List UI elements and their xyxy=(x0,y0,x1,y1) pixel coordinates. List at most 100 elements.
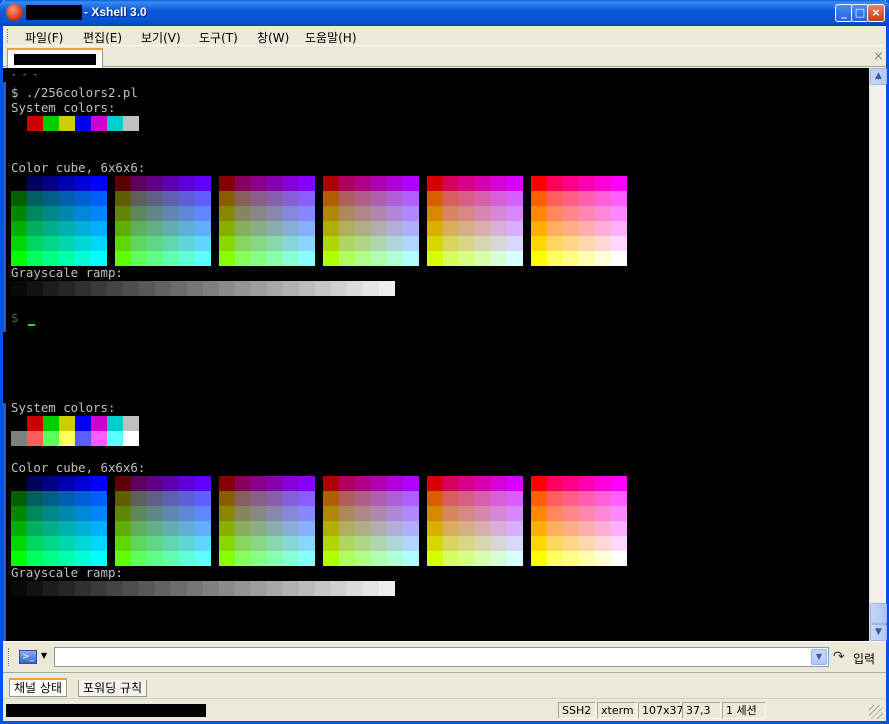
cube-cell xyxy=(91,236,107,251)
cube-cell xyxy=(355,191,371,206)
cube-cell xyxy=(355,536,371,551)
cube-cell xyxy=(443,491,459,506)
gray-swatch xyxy=(315,581,331,596)
cube-cell xyxy=(251,476,267,491)
menu-view[interactable]: 보기(V) xyxy=(141,29,181,46)
cube-cell xyxy=(371,191,387,206)
gray-swatch xyxy=(315,281,331,296)
cube-cell xyxy=(595,191,611,206)
cube-cell xyxy=(163,251,179,266)
color-swatch xyxy=(75,116,91,131)
cube-cell xyxy=(91,536,107,551)
cube-cell xyxy=(115,191,131,206)
menu-help[interactable]: 도움말(H) xyxy=(305,29,357,46)
cube-cell xyxy=(283,206,299,221)
cube-cell xyxy=(235,206,251,221)
gray-swatch xyxy=(11,581,27,596)
color-swatch xyxy=(123,416,139,431)
scroll-down-button[interactable]: ▼ xyxy=(870,624,887,641)
cube-cell xyxy=(283,191,299,206)
gray-swatch xyxy=(251,581,267,596)
gray-swatch xyxy=(251,281,267,296)
compose-input[interactable] xyxy=(54,647,829,667)
cube-cell xyxy=(251,191,267,206)
cube-cell xyxy=(163,506,179,521)
cube-cell xyxy=(507,176,523,191)
xshell-window: - Xshell 3.0 _ □ × 파일(F) 편집(E) 보기(V) 도구(… xyxy=(0,0,889,724)
title-bar[interactable]: - Xshell 3.0 _ □ × xyxy=(0,0,889,26)
cube-cell xyxy=(475,221,491,236)
cube-cell xyxy=(299,506,315,521)
cube-cell xyxy=(299,251,315,266)
scroll-up-button[interactable]: ▲ xyxy=(870,68,887,85)
cube-cell xyxy=(11,191,27,206)
cube-cell xyxy=(91,551,107,566)
cube-cell xyxy=(59,476,75,491)
compose-history-dropdown[interactable]: ▼ xyxy=(811,649,827,665)
cube-cell xyxy=(611,236,627,251)
tab-channel-status[interactable]: 채널 상태 xyxy=(9,678,67,697)
gray-swatch xyxy=(27,581,43,596)
cube-cell xyxy=(507,506,523,521)
cube-cell xyxy=(219,191,235,206)
cube-cell xyxy=(579,191,595,206)
cube-cell xyxy=(491,221,507,236)
cube-cell xyxy=(563,476,579,491)
cube-cell xyxy=(75,206,91,221)
terminal-icon[interactable]: >_ xyxy=(19,650,37,664)
cube-cell xyxy=(579,551,595,566)
cube-cell xyxy=(27,506,43,521)
menu-tools[interactable]: 도구(T) xyxy=(199,29,238,46)
vertical-scrollbar[interactable]: ▲ ▼ xyxy=(869,68,887,641)
cube-cell xyxy=(115,491,131,506)
color-cube-block xyxy=(219,476,315,566)
cube-cell xyxy=(75,551,91,566)
cube-cell xyxy=(339,476,355,491)
cube-cell xyxy=(11,176,27,191)
cube-cell xyxy=(491,176,507,191)
resize-grip[interactable] xyxy=(869,705,883,719)
cube-cell xyxy=(579,251,595,266)
cube-cell xyxy=(595,251,611,266)
cube-cell xyxy=(459,476,475,491)
cube-cell xyxy=(11,491,27,506)
cube-cell xyxy=(195,251,211,266)
cube-cell xyxy=(59,191,75,206)
cube-cell xyxy=(267,176,283,191)
cube-cell xyxy=(595,506,611,521)
terminal-screen[interactable]: - - - $ ./256colors2.pl System colors: C… xyxy=(3,68,869,641)
cube-cell xyxy=(323,221,339,236)
cube-cell xyxy=(387,191,403,206)
toolbar-grip[interactable] xyxy=(8,648,11,666)
toolbar-grip[interactable] xyxy=(7,29,10,43)
cube-cell xyxy=(323,491,339,506)
close-button[interactable]: × xyxy=(867,4,885,22)
gray-swatch xyxy=(331,581,347,596)
chevron-down-icon[interactable]: ▼ xyxy=(41,651,47,660)
cube-cell xyxy=(507,191,523,206)
cube-cell xyxy=(59,521,75,536)
cube-cell xyxy=(283,521,299,536)
session-tab-strip: × xyxy=(3,45,886,68)
menu-edit[interactable]: 편집(E) xyxy=(83,29,122,46)
cube-cell xyxy=(235,191,251,206)
scroll-thumb[interactable] xyxy=(870,603,887,624)
close-tab-icon[interactable]: × xyxy=(873,49,884,64)
cube-cell xyxy=(563,521,579,536)
send-button[interactable]: ↷ 입력 xyxy=(833,648,883,668)
color-swatch xyxy=(75,431,91,446)
color-cube-block xyxy=(531,176,627,266)
session-tab[interactable] xyxy=(7,48,103,68)
cube-cell xyxy=(267,476,283,491)
menu-window[interactable]: 창(W) xyxy=(257,29,289,46)
cube-cell xyxy=(43,536,59,551)
xshell-app-icon[interactable] xyxy=(6,4,23,21)
cube-cell xyxy=(283,176,299,191)
tab-forwarding-rules[interactable]: 포워딩 규칙 xyxy=(78,680,148,697)
cube-cell xyxy=(387,206,403,221)
cube-cell xyxy=(299,221,315,236)
cube-cell xyxy=(147,176,163,191)
cube-cell xyxy=(611,476,627,491)
menu-file[interactable]: 파일(F) xyxy=(25,29,63,46)
cube-cell xyxy=(563,206,579,221)
